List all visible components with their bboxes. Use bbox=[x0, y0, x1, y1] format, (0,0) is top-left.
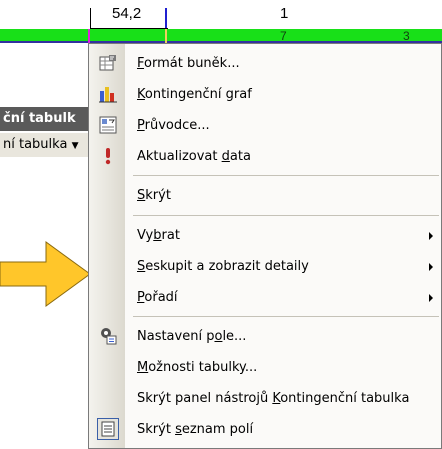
submenu-arrow-icon bbox=[429, 232, 433, 240]
menu-item-group-and-show-detail[interactable]: Seskupit a zobrazit detaily bbox=[89, 251, 441, 282]
ruler-tick-left bbox=[90, 8, 91, 28]
pivot-table-dropdown[interactable]: ní tabulka ▼ bbox=[0, 133, 94, 157]
pivot-chart-icon bbox=[99, 85, 117, 103]
column-ruler: 54,2 1 bbox=[0, 0, 442, 30]
menu-item-hide-pivot-toolbar[interactable]: Skrýt panel nástrojů Kontingenční tabulk… bbox=[89, 383, 441, 414]
menu-item-pivot-chart[interactable]: Kontingenční graf bbox=[89, 79, 441, 110]
menu-separator bbox=[133, 175, 439, 176]
menu-label-hide: Skrýt bbox=[137, 188, 171, 203]
menu-separator bbox=[133, 316, 439, 317]
menu-label-pivot-chart: Kontingenční graf bbox=[137, 87, 252, 102]
dropdown-caret-icon: ▼ bbox=[71, 141, 79, 151]
wizard-icon bbox=[99, 116, 117, 134]
strip-number-right: 3 bbox=[403, 29, 410, 43]
pivot-toolbar-title[interactable]: ční tabulk bbox=[0, 107, 94, 131]
menu-item-order[interactable]: Pořadí bbox=[89, 282, 441, 313]
menu-label-order: Pořadí bbox=[137, 290, 178, 305]
menu-label-hide-field-list: Skrýt seznam polí bbox=[137, 422, 254, 437]
yellow-arrow-icon bbox=[0, 241, 91, 307]
menu-item-select[interactable]: Vybrat bbox=[89, 220, 441, 251]
refresh-data-icon bbox=[99, 147, 117, 165]
menu-item-format-cells[interactable]: Formát buněk... bbox=[89, 48, 441, 79]
menu-label-format-cells: Formát buněk... bbox=[137, 56, 240, 71]
strip-marker-left bbox=[88, 29, 90, 43]
menu-label-table-options: Možnosti tabulky... bbox=[137, 360, 258, 375]
ruler-value-left: 54,2 bbox=[112, 5, 142, 22]
strip-number-mid: 7 bbox=[280, 29, 287, 43]
menu-item-field-settings[interactable]: Nastavení pole... bbox=[89, 321, 441, 352]
strip-marker-right bbox=[165, 29, 167, 43]
field-list-icon bbox=[97, 418, 119, 440]
ruler-tick-active bbox=[165, 8, 167, 28]
menu-label-group-and-show-detail: Seskupit a zobrazit detaily bbox=[137, 259, 309, 274]
menu-item-hide-field-list[interactable]: Skrýt seznam polí bbox=[89, 414, 441, 445]
menu-item-refresh-data[interactable]: Aktualizovat data bbox=[89, 141, 441, 172]
menu-label-wizard: Průvodce... bbox=[137, 118, 210, 133]
menu-item-wizard[interactable]: Průvodce... bbox=[89, 110, 441, 141]
menu-separator bbox=[133, 215, 439, 216]
menu-label-hide-pivot-toolbar: Skrýt panel nástrojů Kontingenční tabulk… bbox=[137, 391, 410, 406]
menu-label-field-settings: Nastavení pole... bbox=[137, 329, 247, 344]
menu-item-table-options[interactable]: Možnosti tabulky... bbox=[89, 352, 441, 383]
pivot-toolbar-title-text: ční tabulk bbox=[3, 111, 76, 126]
menu-label-select: Vybrat bbox=[137, 228, 180, 243]
context-menu: Formát buněk... Kontingenční graf Průvod… bbox=[88, 43, 442, 449]
field-settings-icon bbox=[99, 327, 117, 345]
menu-label-refresh-data: Aktualizovat data bbox=[137, 149, 251, 164]
submenu-arrow-icon bbox=[429, 263, 433, 271]
ruler-value-right: 1 bbox=[280, 5, 289, 22]
menu-item-hide[interactable]: Skrýt bbox=[89, 180, 441, 211]
pivot-table-dropdown-label: ní tabulka bbox=[3, 137, 68, 152]
format-cells-icon bbox=[99, 54, 117, 72]
pivot-header-strip: 7 3 bbox=[0, 29, 442, 43]
submenu-arrow-icon bbox=[429, 294, 433, 302]
